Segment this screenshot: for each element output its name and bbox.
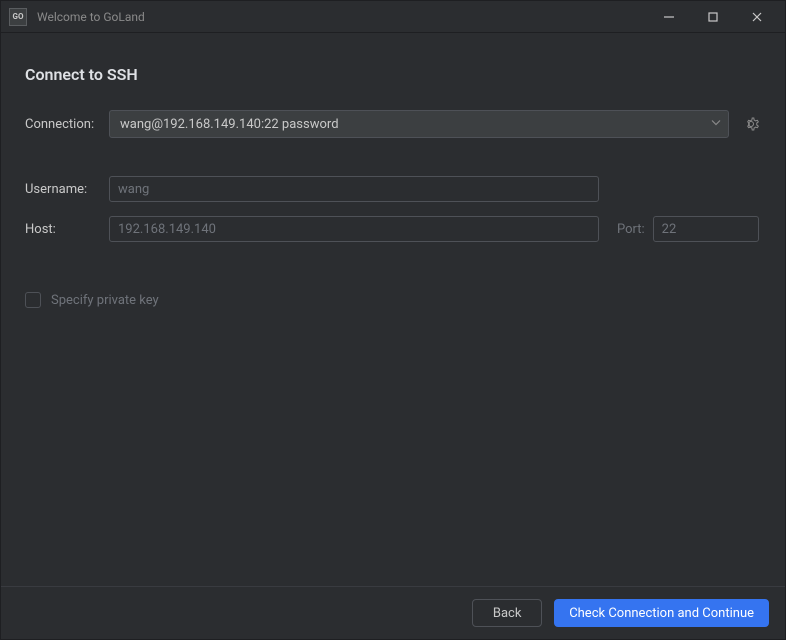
host-label: Host:: [25, 222, 109, 237]
minimize-icon[interactable]: [661, 9, 677, 25]
port-label: Port:: [617, 222, 645, 237]
close-icon[interactable]: [749, 9, 765, 25]
port-field[interactable]: [653, 216, 759, 242]
gear-icon[interactable]: [741, 114, 761, 134]
window-controls: [661, 9, 777, 25]
window-title: Welcome to GoLand: [37, 10, 661, 24]
connection-label: Connection:: [25, 117, 109, 132]
footer: Back Check Connection and Continue: [1, 586, 785, 639]
titlebar: GO Welcome to GoLand: [1, 1, 785, 33]
host-field[interactable]: [109, 216, 599, 242]
connection-row: Connection:: [25, 110, 761, 138]
content-area: Connect to SSH Connection: Username: Hos…: [1, 33, 785, 586]
username-field[interactable]: [109, 176, 599, 202]
back-button[interactable]: Back: [472, 599, 542, 627]
host-row: Host: Port:: [25, 216, 761, 242]
app-window: GO Welcome to GoLand Connect to SSH Conn…: [0, 0, 786, 640]
specify-key-row: Specify private key: [25, 292, 761, 308]
username-label: Username:: [25, 182, 109, 197]
continue-button[interactable]: Check Connection and Continue: [554, 599, 769, 627]
connection-select-wrap: [109, 110, 729, 138]
specify-key-label: Specify private key: [51, 293, 159, 308]
specify-key-checkbox[interactable]: [25, 292, 41, 308]
maximize-icon[interactable]: [705, 9, 721, 25]
connection-select[interactable]: [109, 110, 729, 138]
page-title: Connect to SSH: [25, 65, 761, 84]
username-row: Username:: [25, 176, 761, 202]
app-icon: GO: [9, 8, 27, 26]
